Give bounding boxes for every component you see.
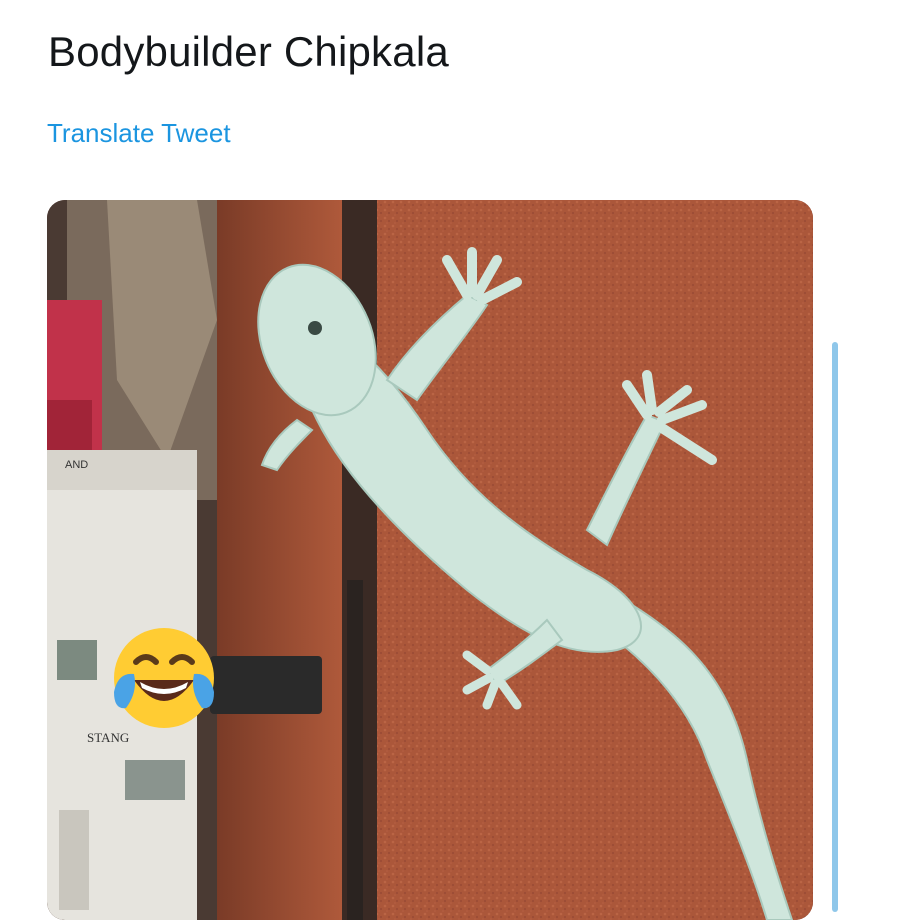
gecko-eye <box>308 321 322 335</box>
tweet-text: Bodybuilder Chipkala <box>48 28 449 75</box>
tweet-media-photo[interactable]: AND STANG <box>47 200 813 920</box>
gecko-photo: AND STANG <box>47 200 813 920</box>
face-with-tears-of-joy-icon <box>114 628 214 728</box>
translate-tweet-link[interactable]: Translate Tweet <box>47 118 231 149</box>
thread-line <box>832 342 838 912</box>
box-label-top: AND <box>65 459 88 471</box>
redaction-bar <box>210 656 322 714</box>
